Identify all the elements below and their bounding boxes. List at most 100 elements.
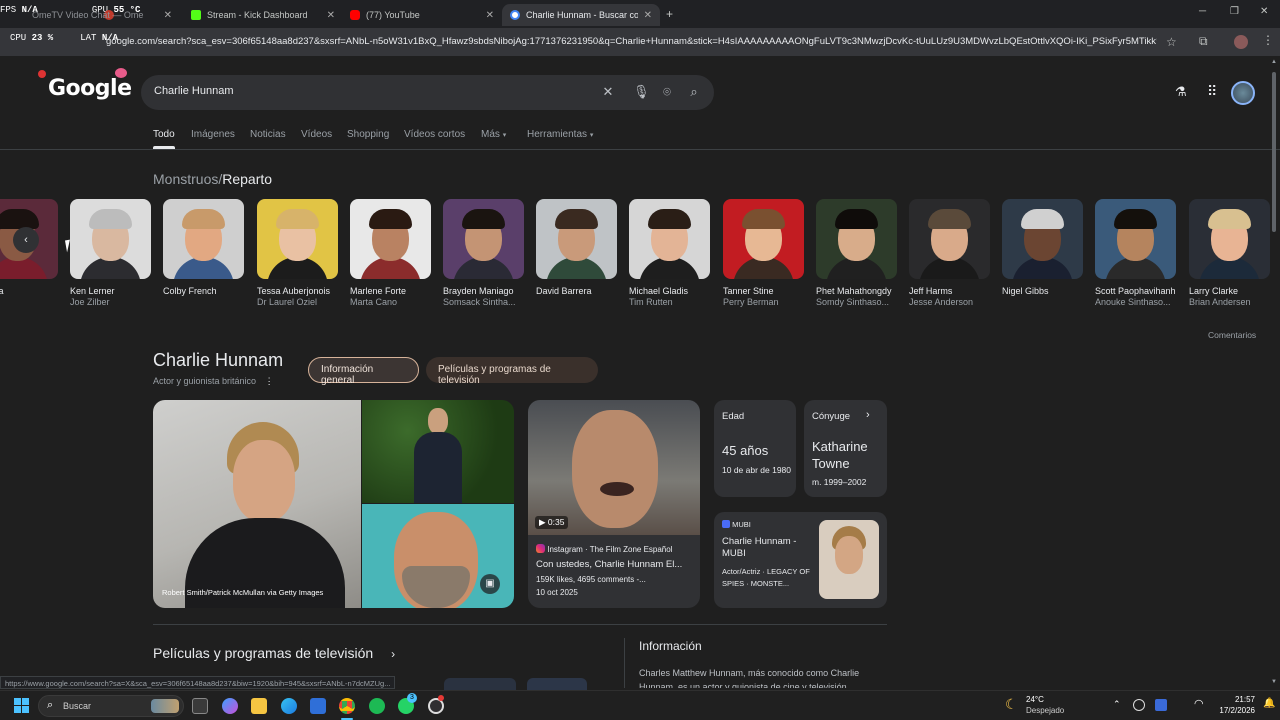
- tray-chevron-up-icon[interactable]: ⌃: [1113, 699, 1121, 710]
- minimize-icon[interactable]: ─: [1199, 6, 1206, 17]
- close-icon[interactable]: ✕: [327, 10, 335, 21]
- cast-member-name: Tanner Stine: [723, 286, 774, 296]
- spouse-card[interactable]: Cónyuge › Katharine Towne m. 1999–2002: [804, 400, 887, 497]
- cast-member-card[interactable]: Marlene Forte Marta Cano: [350, 199, 431, 308]
- close-icon[interactable]: ✕: [486, 10, 494, 21]
- edge-icon[interactable]: [281, 698, 297, 714]
- url-field[interactable]: google.com/search?sca_esv=306f65148aa8d2…: [102, 33, 1157, 51]
- chip-overview[interactable]: Información general: [308, 357, 419, 386]
- tab-google-search[interactable]: Charlie Hunnam - Buscar con G ✕: [502, 4, 660, 26]
- more-options-icon[interactable]: ⋮: [265, 376, 274, 386]
- cast-member-card[interactable]: Ken Lerner Joe Zilber: [70, 199, 151, 308]
- video-thumbnail[interactable]: ▶ 0:35: [528, 400, 700, 535]
- google-doodle-logo[interactable]: Google: [48, 76, 132, 101]
- search-box[interactable]: Charlie Hunnam ✕ 🎙 ⌾ ⌕: [141, 75, 714, 110]
- films-section-title[interactable]: Películas y programas de televisión ›: [153, 645, 395, 661]
- cast-member-card[interactable]: Tessa Auberjonois Dr Laurel Oziel: [257, 199, 338, 308]
- account-avatar[interactable]: [1231, 81, 1255, 105]
- chevron-right-icon: ›: [391, 647, 396, 661]
- tab-news[interactable]: Noticias: [250, 129, 286, 140]
- task-view-icon[interactable]: [192, 698, 208, 714]
- profile-avatar[interactable]: [1234, 35, 1248, 49]
- mubi-card[interactable]: MUBI Charlie Hunnam - MUBI Actor/Actriz …: [714, 512, 887, 608]
- feedback-link[interactable]: Comentarios: [1208, 330, 1256, 340]
- tab-videos[interactable]: Vídeos: [301, 129, 332, 140]
- page-scrollbar[interactable]: [1272, 72, 1276, 232]
- cast-member-card[interactable]: Scott Paophavihanh Anouke Sinthaso...: [1095, 199, 1176, 308]
- tab-tools[interactable]: Herramientas ▾: [527, 129, 593, 140]
- cast-member-card[interactable]: Brayden Maniago Somsack Sintha...: [443, 199, 524, 308]
- tray-app-icon[interactable]: [1155, 699, 1167, 711]
- taskbar-search[interactable]: ⌕ Buscar: [38, 695, 184, 717]
- notification-badge: 3: [407, 693, 417, 703]
- film-thumbnail[interactable]: [444, 678, 516, 690]
- tab-all[interactable]: Todo: [153, 129, 175, 140]
- record-indicator: [438, 695, 444, 701]
- image-gallery-icon[interactable]: ▣: [480, 574, 500, 594]
- cast-member-role: Perry Berman: [723, 297, 779, 307]
- microphone-icon[interactable]: 🎙: [633, 84, 650, 100]
- tab-kick[interactable]: Stream - Kick Dashboard ✕: [183, 4, 343, 26]
- search-input[interactable]: Charlie Hunnam: [154, 85, 233, 97]
- tab-youtube[interactable]: (77) YouTube ✕: [342, 4, 502, 26]
- labs-icon[interactable]: ⚗: [1175, 84, 1187, 100]
- browser-menu-icon[interactable]: ⋮: [1262, 33, 1274, 47]
- portrait-hair: [89, 209, 132, 229]
- close-icon[interactable]: ✕: [644, 10, 652, 21]
- new-tab-button[interactable]: +: [666, 7, 673, 21]
- cast-member-card[interactable]: Colby French: [163, 199, 244, 297]
- tray-app-icon[interactable]: [1133, 699, 1145, 711]
- chrome-icon[interactable]: [339, 698, 355, 714]
- tab-label: Stream - Kick Dashboard: [207, 10, 308, 20]
- portrait-hair: [462, 209, 505, 229]
- window-close-icon[interactable]: ✕: [1260, 6, 1268, 17]
- tab-images[interactable]: Imágenes: [191, 129, 235, 140]
- age-card[interactable]: Edad 45 años 10 de abr de 1980: [714, 400, 796, 497]
- maximize-icon[interactable]: ❐: [1230, 6, 1239, 17]
- entity-photo-red-carpet[interactable]: [362, 400, 514, 503]
- search-icon[interactable]: ⌕: [686, 84, 702, 100]
- bookmark-star-icon[interactable]: ☆: [1166, 35, 1177, 49]
- youtube-icon: [350, 10, 360, 20]
- clock[interactable]: 21:57 17/2/2026: [1213, 694, 1255, 716]
- cast-member-card[interactable]: David Barrera: [536, 199, 617, 297]
- copilot-icon[interactable]: [222, 698, 238, 714]
- spotify-icon[interactable]: [369, 698, 385, 714]
- carousel-prev-button[interactable]: ‹: [13, 227, 39, 253]
- close-icon[interactable]: ✕: [164, 10, 172, 21]
- chip-films-tv[interactable]: Películas y programas de televisión: [426, 357, 598, 386]
- cast-member-card[interactable]: Phet Mahathongdy Somdy Sinthaso...: [816, 199, 897, 308]
- extensions-icon[interactable]: ⧉: [1199, 34, 1208, 49]
- weather-moon-icon[interactable]: ☾: [1005, 696, 1018, 713]
- video-title[interactable]: Con ustedes, Charlie Hunnam El...: [536, 559, 682, 570]
- cast-member-photo: [350, 199, 431, 279]
- notifications-icon[interactable]: 🔔: [1263, 698, 1275, 709]
- cast-member-card[interactable]: Jeff Harms Jesse Anderson: [909, 199, 990, 308]
- video-card[interactable]: ▶ 0:35 Instagram · The Film Zone Español…: [528, 400, 700, 608]
- portrait-hair: [276, 209, 319, 229]
- tab-ometv[interactable]: ✕ OmeTV Video Chat — Ome: [22, 4, 180, 26]
- entity-main-photo[interactable]: Robert Smith/Patrick McMullan via Getty …: [153, 400, 361, 608]
- scroll-down-icon[interactable]: ▼: [1271, 679, 1277, 685]
- tab-shopping[interactable]: Shopping: [347, 129, 389, 140]
- clear-icon[interactable]: ✕: [600, 84, 616, 100]
- breadcrumb-parent[interactable]: Monstruos: [153, 171, 218, 187]
- wifi-icon[interactable]: ◠: [1194, 697, 1204, 710]
- cast-member-photo: [257, 199, 338, 279]
- apps-grid-icon[interactable]: ⠿: [1207, 83, 1217, 100]
- entity-photo-closeup[interactable]: ▣: [362, 504, 514, 608]
- store-icon[interactable]: [310, 698, 326, 714]
- windows-start-icon[interactable]: [14, 698, 29, 713]
- lens-icon[interactable]: ⌾: [659, 84, 675, 100]
- cast-member-card[interactable]: Michael Gladis Tim Rutten: [629, 199, 710, 308]
- mubi-source: MUBI: [722, 520, 751, 529]
- weather-desc: Despejado: [1026, 706, 1065, 715]
- cast-member-card[interactable]: Tanner Stine Perry Berman: [723, 199, 804, 308]
- tab-more[interactable]: Más ▾: [481, 129, 506, 140]
- cast-member-card[interactable]: Nigel Gibbs: [1002, 199, 1083, 297]
- scroll-up-icon[interactable]: ▲: [1271, 59, 1277, 65]
- file-explorer-icon[interactable]: [251, 698, 267, 714]
- cast-member-card[interactable]: Larry Clarke Brian Andersen: [1189, 199, 1270, 308]
- film-thumbnail[interactable]: [527, 678, 587, 690]
- tab-short-videos[interactable]: Vídeos cortos: [404, 129, 465, 140]
